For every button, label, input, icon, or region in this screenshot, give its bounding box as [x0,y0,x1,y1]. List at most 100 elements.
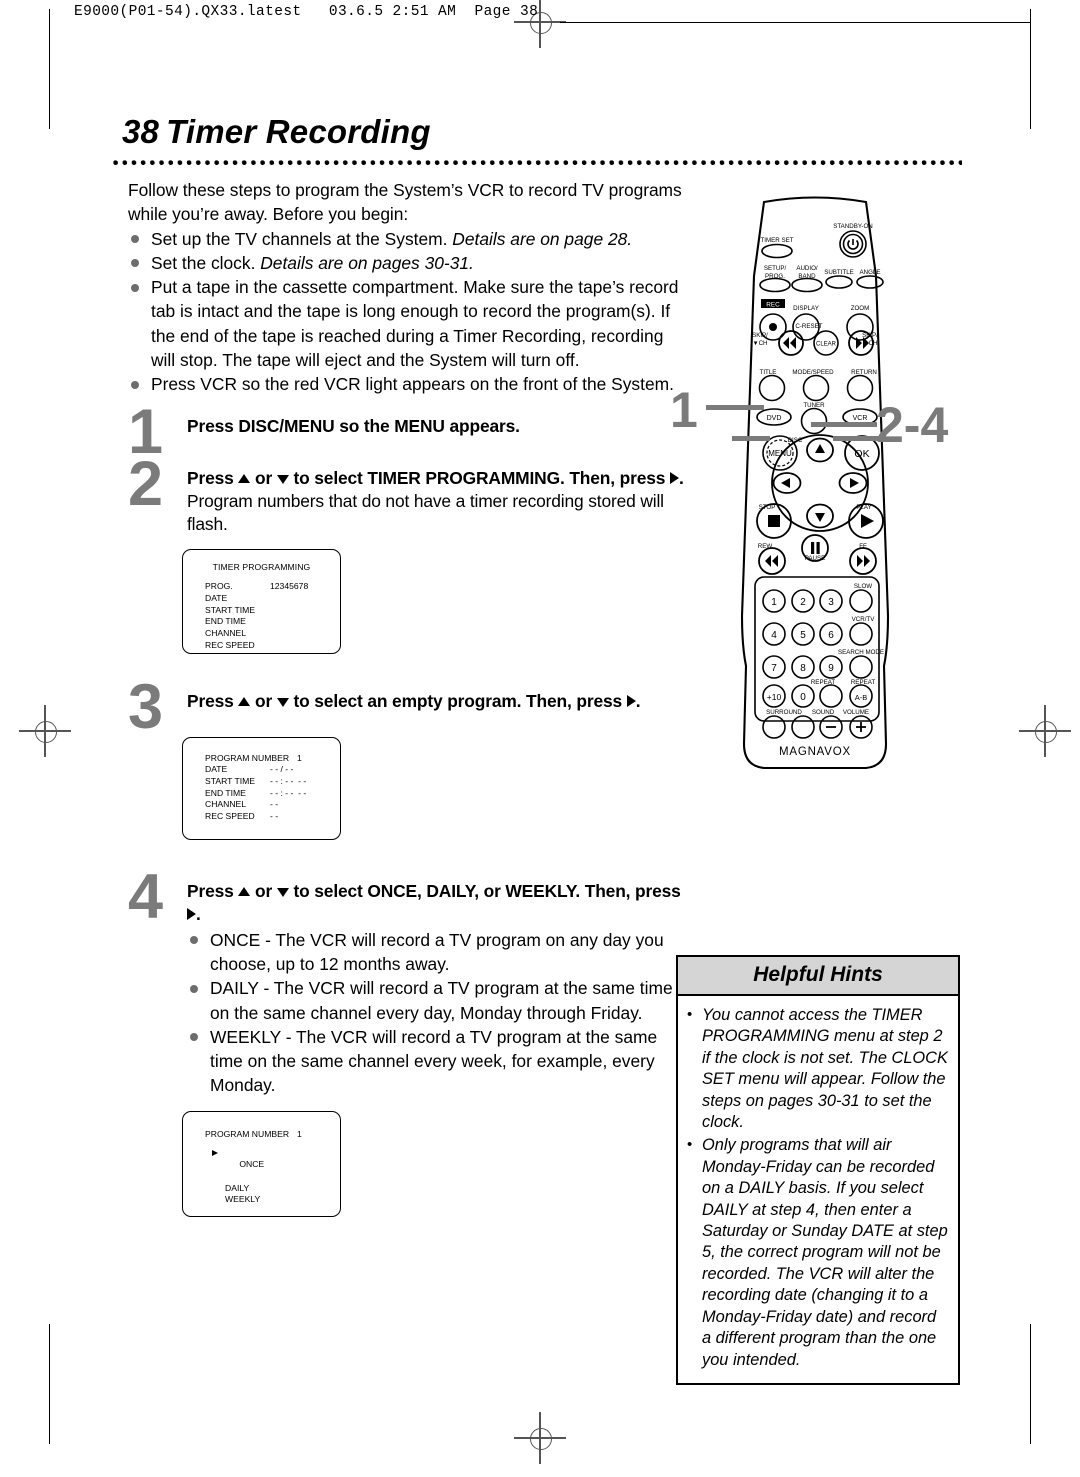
callout-leader-line-1 [706,405,764,410]
callout-label-1: 1 [670,382,698,438]
osd-row: PROGRAM NUMBER 1 [205,753,340,765]
step-1: 1 Press DISC/MENU so the MENU appears. [128,400,688,463]
osd-rows: PROGRAM NUMBER 1 DATE - - / - - START TIME… [183,753,340,823]
osd-title: TIMER PROGRAMMING [212,561,311,572]
step-instruction-bold: Press or to select an empty program. The… [187,690,641,711]
remote-svg: TIMER SET STANDBY-ON SETUP/ PROG. AUDIO/… [740,196,890,770]
page-title: 38 Timer Recording [122,113,431,151]
list-item: ONCE - The VCR will record a TV program … [187,928,688,977]
svg-text:RETURN: RETURN [851,369,877,376]
svg-text:3: 3 [828,597,834,608]
down-arrow-icon [276,697,289,707]
osd-row: CHANNEL - - [205,799,340,811]
svg-text:TIMER SET: TIMER SET [760,237,793,244]
bullet-text: Set the clock. [151,252,261,273]
svg-text:VCR: VCR [853,415,868,422]
list-item: Only programs that will air Monday-Frida… [685,1134,948,1370]
svg-text:8: 8 [800,663,806,674]
svg-text:A-B: A-B [855,693,868,702]
up-arrow-icon [238,886,251,896]
osd-value: - - / - - [270,764,294,775]
svg-text:0: 0 [800,692,806,703]
registration-mark-right [1019,705,1071,757]
down-arrow-icon [276,474,289,484]
svg-text:SETUP/: SETUP/ [764,265,787,272]
up-arrow-icon [238,696,251,706]
svg-text:VCR/TV: VCR/TV [852,616,876,623]
osd-option-daily: DAILY [183,1183,340,1195]
step-instruction: Press or to select TIMER PROGRAMMING. Th… [187,467,688,536]
osd-row: PROGRAM NUMBER 1 [205,1129,340,1141]
right-arrow-icon [187,907,196,920]
osd-option-once: ONCE [183,1147,340,1182]
svg-text:MODE/SPEED: MODE/SPEED [792,369,834,376]
bullet-italic: Details are on page 28. [452,228,633,249]
osd-row: DATE [205,593,340,605]
step-4: 4 Press or to select ONCE, DAILY, or WEE… [128,865,688,1098]
helpful-hints-heading: Helpful Hints [678,957,958,996]
callout-leader-line-2 [811,422,877,427]
registration-mark-bottom [514,1412,566,1464]
helpful-hints-list: You cannot access the TIMER PROGRAMMING … [685,1004,948,1371]
osd-value: - - [270,799,279,810]
bullet-text: Press VCR so the red VCR light appears o… [151,374,674,395]
osd-row: PROG. 12345678 [205,581,340,593]
main-content-column: Follow these steps to program the System… [128,178,688,1217]
osd-option-weekly: WEEKLY [183,1194,340,1206]
step-instruction: Press or to select ONCE, DAILY, or WEEKL… [187,880,688,926]
slug-rule [560,22,1030,23]
bullet-text: Set up the TV channels at the System. [151,228,453,249]
list-item: Set up the TV channels at the System. De… [128,227,688,251]
up-arrow-icon [238,473,251,483]
osd-option-label: WEEKLY [225,1194,261,1205]
selection-arrow-icon [212,1149,218,1156]
osd-key: PROGRAM NUMBER [205,752,290,763]
callout-label-2-4: 2-4 [876,397,949,453]
svg-text:SLOW: SLOW [854,583,872,590]
list-item: You cannot access the TIMER PROGRAMMING … [685,1004,948,1133]
osd-key: CHANNEL [205,799,247,810]
osd-key: DATE [205,593,228,604]
callout-leader-line-2b [833,436,879,441]
osd-rows: PROGRAM NUMBER 1 [183,1129,340,1141]
page-title-text: Timer Recording [166,113,431,150]
svg-text:7: 7 [771,663,777,674]
list-item: Set the clock. Details are on pages 30-3… [128,251,688,275]
osd-row: END TIME [205,616,340,628]
svg-text:6: 6 [828,630,834,641]
step-instruction: Press DISC/MENU so the MENU appears. [187,415,688,438]
svg-text:REC: REC [766,301,780,308]
osd-row: START TIME [205,605,340,617]
down-arrow-icon [276,887,289,897]
osd-key: PROGRAM NUMBER [205,1128,290,1139]
step-number: 4 [128,861,164,932]
step-2: 2 Press or to select TIMER PROGRAMMING. … [128,452,688,536]
osd-row: CHANNEL [205,628,340,640]
osd-option-label: ONCE [239,1159,265,1170]
osd-key: DATE [205,764,228,775]
bullet-italic: Details are on pages 30-31. [260,252,474,273]
step-number: 3 [128,671,164,742]
svg-text:DISC: DISC [788,437,803,444]
osd-row: START TIME - - : - - - - [205,776,340,788]
osd-value: - - : - - - - [270,776,307,787]
svg-text:+10: +10 [767,692,782,702]
list-item: DAILY - The VCR will record a TV program… [187,976,688,1025]
svg-text:ZOOM: ZOOM [851,305,870,312]
svg-text:▼CH: ▼CH [752,340,767,347]
list-item: Press VCR so the red VCR light appears o… [128,372,688,396]
osd-value: 12345678 [270,581,309,592]
callout-leader-line-1b [732,436,770,441]
osd-rows: PROG. 12345678 DATE START TIME END TIME C… [183,581,340,651]
list-item: Put a tape in the cassette compartment. … [128,275,688,372]
svg-text:SURROUND: SURROUND [766,709,802,716]
step-4-options-list: ONCE - The VCR will record a TV program … [187,928,688,1098]
svg-text:9: 9 [828,663,834,674]
svg-text:2: 2 [800,597,806,608]
right-arrow-icon [626,694,636,707]
step-instruction-regular: Program numbers that do not have a timer… [187,490,664,534]
osd-key: START TIME [205,776,255,787]
svg-text:SUBTITLE: SUBTITLE [824,269,854,276]
svg-text:DVD: DVD [767,415,782,422]
osd-row: DATE - - / - - [205,764,340,776]
